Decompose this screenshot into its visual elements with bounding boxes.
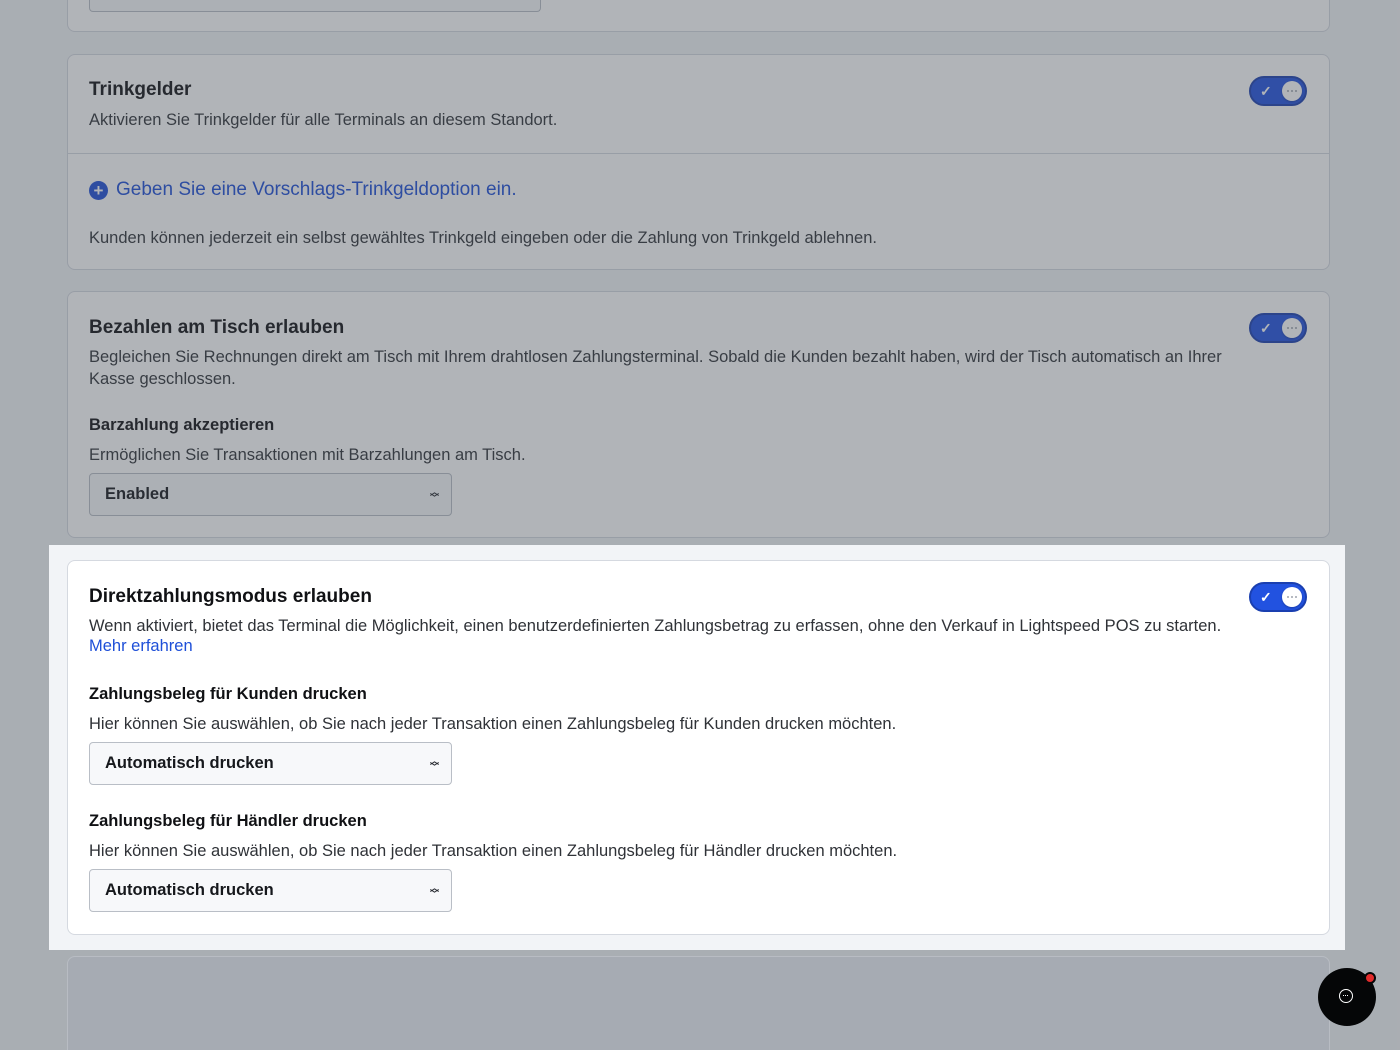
tips-description: Aktivieren Sie Trinkgelder für alle Term… (89, 111, 558, 129)
chevron-up-down-icon: ︿ ﹀ (429, 755, 439, 772)
tips-title: Trinkgelder (89, 79, 192, 100)
pay-at-table-description: Begleichen Sie Rechnungen direkt am Tisc… (89, 348, 1222, 388)
pay-at-table-title: Bezahlen am Tisch erlauben (89, 317, 345, 338)
cash-select[interactable]: Enabled ︿ ﹀ (89, 473, 452, 516)
tips-toggle[interactable]: ✓ (1249, 76, 1307, 106)
tips-card: Trinkgelder Aktivieren Sie Trinkgelder f… (67, 54, 1330, 270)
previous-select[interactable] (89, 0, 541, 12)
tips-note: Kunden können jederzeit ein selbst gewäh… (89, 229, 877, 247)
settings-page: Trinkgelder Aktivieren Sie Trinkgelder f… (0, 0, 1400, 1050)
add-tip-option-link[interactable]: + Geben Sie eine Vorschlags-Trinkgeldopt… (89, 179, 517, 201)
check-icon: ✓ (1260, 589, 1272, 605)
chevron-up-down-icon: ︿ ﹀ (429, 882, 439, 899)
direct-payment-title: Direktzahlungsmodus erlauben (89, 586, 372, 607)
customer-receipt-select-value: Automatisch drucken (105, 754, 274, 772)
settings-card-previous (67, 0, 1330, 32)
chat-bubble-icon (1339, 989, 1353, 1003)
chat-button[interactable] (1318, 968, 1376, 1026)
toggle-knob (1282, 318, 1302, 338)
cash-description: Ermöglichen Sie Transaktionen mit Barzah… (89, 446, 526, 464)
learn-more-link[interactable]: Mehr erfahren (89, 637, 193, 656)
pay-at-table-toggle[interactable]: ✓ (1249, 313, 1307, 343)
add-tip-option-label: Geben Sie eine Vorschlags-Trinkgeldoptio… (116, 179, 517, 200)
pay-at-table-card: Bezahlen am Tisch erlauben Begleichen Si… (67, 291, 1330, 538)
cash-title: Barzahlung akzeptieren (89, 416, 275, 434)
plus-circle-icon: + (89, 180, 108, 200)
toggle-knob (1282, 587, 1302, 607)
settings-card-next (67, 956, 1330, 1050)
merchant-receipt-description: Hier können Sie auswählen, ob Sie nach j… (89, 842, 898, 860)
direct-payment-toggle[interactable]: ✓ (1249, 582, 1307, 612)
customer-receipt-description: Hier können Sie auswählen, ob Sie nach j… (89, 715, 897, 733)
grip-icon (1287, 327, 1297, 331)
direct-payment-card: Direktzahlungsmodus erlauben Wenn aktivi… (67, 560, 1330, 935)
check-icon: ✓ (1260, 83, 1272, 99)
check-icon: ✓ (1260, 320, 1272, 336)
merchant-receipt-title: Zahlungsbeleg für Händler drucken (89, 812, 367, 830)
customer-receipt-title: Zahlungsbeleg für Kunden drucken (89, 685, 367, 703)
chevron-up-down-icon: ︿ ﹀ (429, 486, 439, 503)
toggle-knob (1282, 81, 1302, 101)
customer-receipt-select[interactable]: Automatisch drucken ︿ ﹀ (89, 742, 452, 785)
merchant-receipt-select[interactable]: Automatisch drucken ︿ ﹀ (89, 869, 452, 912)
merchant-receipt-select-value: Automatisch drucken (105, 881, 274, 899)
grip-icon (1287, 596, 1297, 600)
divider (68, 153, 1329, 154)
grip-icon (1287, 90, 1297, 94)
cash-select-value: Enabled (105, 485, 170, 503)
direct-payment-description: Wenn aktiviert, bietet das Terminal die … (89, 617, 1222, 635)
notification-dot (1364, 972, 1376, 984)
